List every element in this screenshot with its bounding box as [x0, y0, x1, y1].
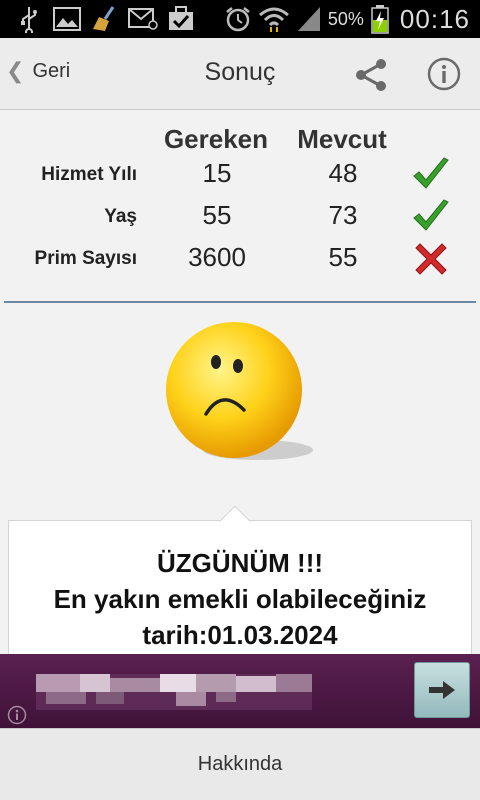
message-title: ÜZGÜNÜM !!! [156, 548, 324, 578]
image-icon [52, 4, 82, 34]
required-age: 55 [202, 200, 232, 230]
header-required: Gereken [163, 124, 269, 154]
page-title: Sonuç [204, 58, 276, 86]
usb-icon [14, 4, 44, 34]
divider [4, 301, 476, 303]
sad-face-icon [166, 322, 313, 460]
share-icon [356, 59, 386, 91]
check-icon [413, 199, 449, 231]
battery-icon [371, 5, 389, 34]
info-icon [7, 705, 27, 725]
message-line-2: En yakın emekli olabileceğiniz [53, 584, 427, 614]
info-icon [427, 57, 461, 91]
broom-icon [90, 4, 120, 34]
row-label-age: Yaş [104, 206, 137, 227]
header-current: Mevcut [297, 124, 387, 154]
bottom-bar: Hakkında [0, 728, 480, 800]
row-label-service-years: Hizmet Yılı [41, 164, 137, 185]
notification-icons [14, 4, 196, 34]
required-service-years: 15 [202, 158, 232, 188]
message-line-3: tarih:01.03.2024 [142, 620, 338, 650]
info-button[interactable] [426, 56, 462, 92]
ad-arrow-button[interactable] [414, 662, 470, 718]
ad-banner[interactable] [0, 654, 480, 728]
battery-percentage: 50% [327, 8, 364, 29]
required-premium-count: 3600 [188, 242, 246, 272]
arrow-right-icon [429, 681, 455, 699]
current-service-years: 48 [328, 158, 358, 188]
briefcase-check-icon [166, 4, 196, 34]
wifi-icon [258, 7, 289, 32]
result-content: Gereken Mevcut Hizmet Yılı 15 48 Yaş 55 … [0, 110, 480, 660]
signal-icon [297, 7, 320, 31]
clock: 00:16 [399, 3, 470, 34]
cross-icon [415, 243, 447, 275]
action-bar: ❮ Geri Sonuç [0, 38, 480, 110]
alarm-icon [226, 7, 250, 32]
status-bar: 50% 00:16 [0, 0, 480, 38]
check-icon [413, 157, 449, 189]
current-age: 73 [328, 200, 358, 230]
ad-text-blurred [36, 674, 312, 710]
share-button[interactable] [352, 56, 390, 94]
mail-icon [128, 4, 158, 34]
system-icons: 50% 00:16 [224, 3, 470, 35]
about-button[interactable]: Hakkında [198, 753, 283, 776]
ad-info-button[interactable] [4, 704, 30, 726]
current-premium-count: 55 [328, 242, 358, 272]
row-label-premium-count: Prim Sayısı [34, 248, 137, 269]
